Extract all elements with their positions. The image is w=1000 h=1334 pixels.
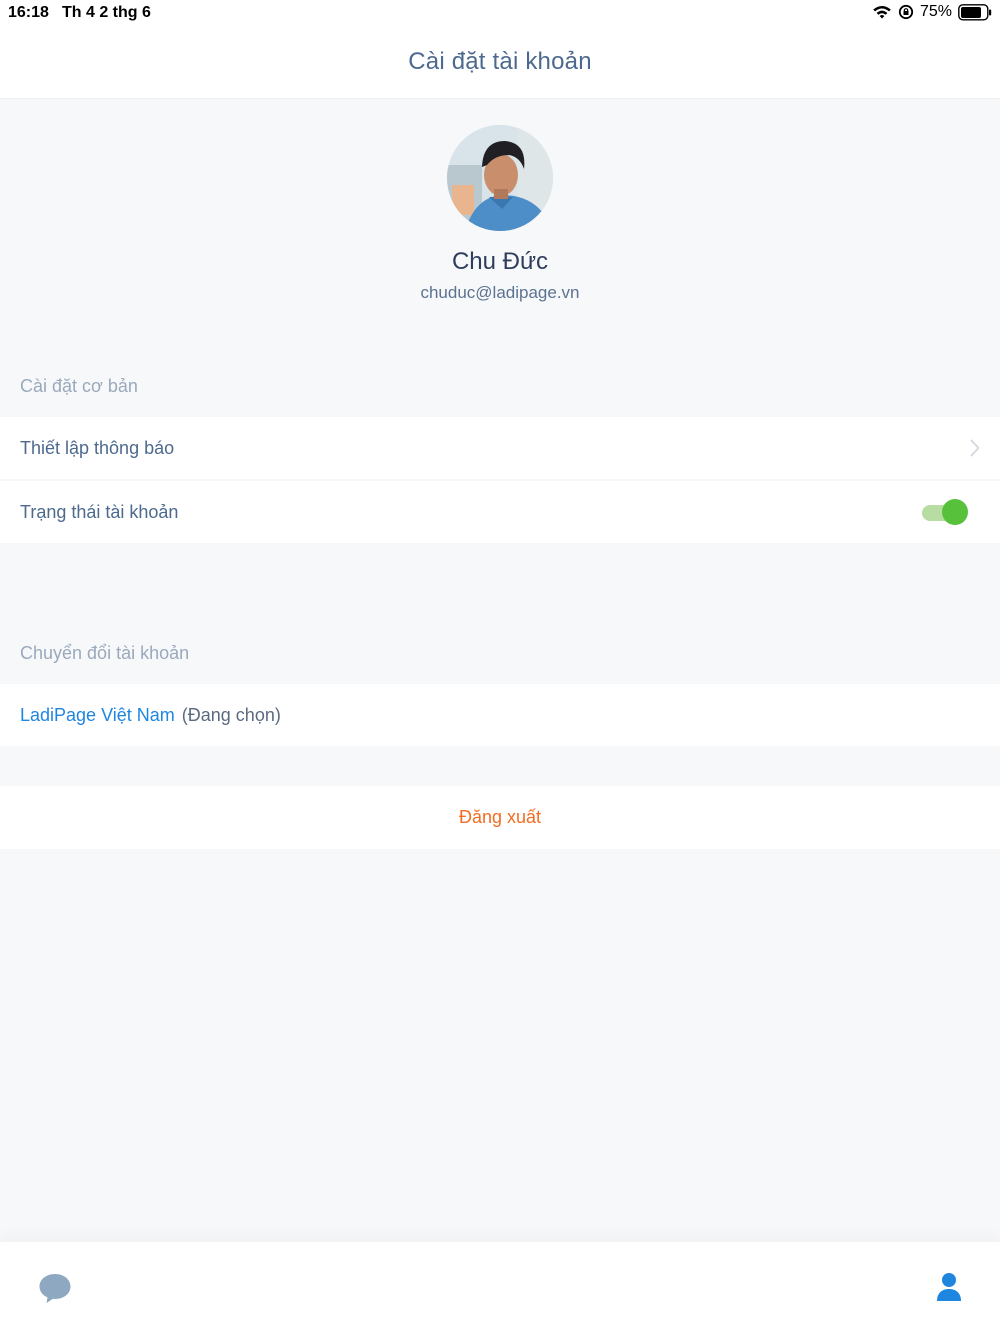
profile-email: chuduc@ladipage.vn bbox=[420, 283, 580, 302]
account-status-toggle[interactable] bbox=[922, 499, 968, 525]
header: Cài đặt tài khoản bbox=[0, 26, 1000, 99]
status-right: 75% bbox=[872, 3, 992, 21]
status-bar: 16:18 Th 4 2 thg 6 75% bbox=[0, 0, 1000, 26]
switch-account-label: Chuyển đổi tài khoản bbox=[20, 643, 190, 663]
tab-bar bbox=[0, 1242, 1000, 1334]
tab-chat[interactable] bbox=[38, 1272, 72, 1309]
avatar-image bbox=[447, 125, 553, 231]
account-item[interactable]: LadiPage Việt Nam (Đang chọn) bbox=[0, 684, 1000, 746]
rotation-lock-icon bbox=[898, 4, 914, 20]
toggle-knob bbox=[942, 499, 968, 525]
battery-icon bbox=[958, 3, 992, 21]
status-time: 16:18 bbox=[8, 4, 49, 21]
account-status-row: Trạng thái tài khoản bbox=[0, 481, 1000, 543]
account-name: LadiPage Việt Nam bbox=[20, 704, 175, 725]
status-date: Th 4 2 thg 6 bbox=[62, 4, 151, 21]
chat-icon bbox=[39, 1274, 71, 1303]
notification-settings-label: Thiết lập thông báo bbox=[20, 437, 175, 458]
tab-account[interactable] bbox=[936, 1272, 962, 1307]
profile-section: Chu Đức chuduc@ladipage.vn bbox=[0, 100, 1000, 330]
notification-settings-row[interactable]: Thiết lập thông báo bbox=[0, 417, 1000, 479]
user-icon bbox=[937, 1273, 961, 1301]
logout-label: Đăng xuất bbox=[458, 807, 542, 827]
battery-percentage: 75% bbox=[919, 3, 952, 20]
account-selected-note: (Đang chọn) bbox=[181, 704, 281, 725]
wifi-icon bbox=[873, 6, 891, 19]
chevron-right-icon bbox=[970, 439, 980, 457]
logout-button[interactable]: Đăng xuất bbox=[0, 786, 1000, 849]
avatar[interactable] bbox=[447, 125, 553, 231]
profile-name: Chu Đức bbox=[451, 248, 549, 275]
basic-settings-label: Cài đặt cơ bản bbox=[20, 376, 138, 396]
account-status-label: Trạng thái tài khoản bbox=[20, 501, 179, 522]
page-title: Cài đặt tài khoản bbox=[408, 48, 592, 75]
